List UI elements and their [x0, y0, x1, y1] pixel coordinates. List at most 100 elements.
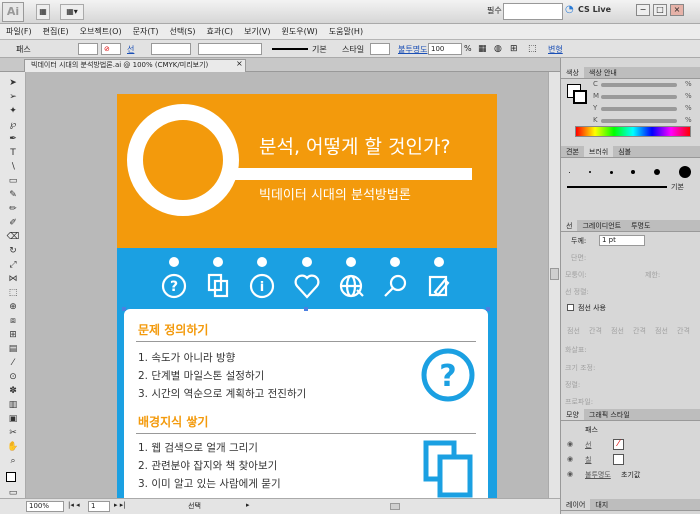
stroke-swatch[interactable] [573, 90, 587, 104]
selection-handle[interactable] [304, 307, 308, 311]
width-tool-icon[interactable]: ⋈ [5, 272, 21, 286]
dashed-checkbox[interactable] [567, 304, 574, 311]
transform-link[interactable]: 변형 [548, 44, 563, 55]
close-tab-icon[interactable]: × [236, 59, 243, 68]
blend-tool-icon[interactable]: ⊙ [5, 370, 21, 384]
opacity-input[interactable]: 100 [428, 43, 462, 55]
menu-type[interactable]: 문자(T) [133, 26, 159, 37]
symbol-sprayer-tool-icon[interactable]: ✽ [5, 384, 21, 398]
fill-swatch[interactable] [78, 43, 98, 55]
document-tab[interactable]: 빅데이터 시대의 분석방법론.ai @ 100% (CMYK/미리보기) [24, 59, 246, 72]
menu-window[interactable]: 윈도우(W) [282, 26, 318, 37]
weight-input[interactable]: 1 pt [599, 235, 645, 246]
channel-slider[interactable] [601, 119, 677, 123]
color-spectrum[interactable] [575, 126, 691, 137]
tab-appearance[interactable]: 모양 [561, 409, 584, 420]
pencil-tool-icon[interactable]: ✏ [5, 202, 21, 216]
type-tool-icon[interactable]: T [5, 146, 21, 160]
channel-slider[interactable] [601, 107, 677, 111]
hand-tool-icon[interactable]: ✋ [5, 440, 21, 454]
bridge-button[interactable]: ▦ [36, 4, 50, 20]
graphic-style-picker[interactable] [370, 43, 390, 55]
variable-width-profile[interactable] [198, 43, 262, 55]
maximize-button[interactable]: □ [653, 4, 667, 16]
visibility-eye-icon[interactable]: ◉ [567, 455, 573, 463]
opacity-link[interactable]: 불투명도 [398, 44, 427, 55]
vertical-scrollbar[interactable] [548, 72, 560, 498]
align-icon[interactable]: ⊞ [510, 44, 518, 54]
stroke-row-label[interactable]: 선 [585, 440, 591, 450]
workspace-switcher[interactable]: 필수 [487, 5, 502, 16]
visibility-eye-icon[interactable]: ◉ [567, 470, 573, 478]
tab-transparency[interactable]: 투명도 [626, 220, 655, 231]
minimize-button[interactable]: − [636, 4, 650, 16]
close-button[interactable]: × [670, 4, 684, 16]
stroke-none-icon[interactable]: ⁄ [613, 439, 624, 450]
tab-symbols[interactable]: 심볼 [613, 146, 636, 157]
eraser-tool-icon[interactable]: ⌫ [5, 230, 21, 244]
menu-select[interactable]: 선택(S) [169, 26, 195, 37]
tab-swatches[interactable]: 견본 [561, 146, 584, 157]
opacity-row-label[interactable]: 불투명도 [585, 470, 611, 480]
fill-row-label[interactable]: 칠 [585, 455, 591, 465]
document-setup-icon[interactable]: ▦ [478, 44, 487, 54]
lasso-tool-icon[interactable]: ℘ [5, 118, 21, 132]
menu-object[interactable]: 오브젝트(O) [80, 26, 122, 37]
fill-white-swatch[interactable] [613, 454, 624, 465]
page-input[interactable]: 1 [88, 501, 110, 512]
tab-layers[interactable]: 레이어 [561, 499, 591, 510]
rectangle-tool-icon[interactable]: ▭ [5, 174, 21, 188]
slice-tool-icon[interactable]: ✂ [5, 426, 21, 440]
tab-color[interactable]: 색상 [561, 67, 584, 78]
next-page-icon[interactable]: ▸ ▸| [114, 501, 126, 509]
menu-view[interactable]: 보기(V) [244, 26, 270, 37]
arrange-documents-button[interactable]: ▦▾ [60, 4, 84, 20]
first-page-icon[interactable]: |◂ ◂ [68, 501, 80, 509]
artboard-tool-icon[interactable]: ▣ [5, 412, 21, 426]
status-arrow-icon[interactable]: ▸ [246, 501, 250, 509]
recolor-icon[interactable]: ◍ [494, 44, 502, 54]
visibility-eye-icon[interactable]: ◉ [567, 440, 573, 448]
tab-color-guide[interactable]: 색상 안내 [584, 67, 622, 78]
channel-slider[interactable] [601, 83, 677, 87]
line-tool-icon[interactable]: ∖ [5, 160, 21, 174]
selection-tool-icon[interactable]: ➤ [5, 76, 21, 90]
zoom-tool-icon[interactable]: ⌕ [5, 454, 21, 468]
cslive-button[interactable]: CS Live [578, 5, 611, 14]
brush-basic-stroke[interactable] [567, 186, 667, 188]
scroll-thumb[interactable] [550, 268, 559, 280]
fill-stroke-swatches[interactable] [5, 470, 21, 484]
menu-effect[interactable]: 효과(C) [207, 26, 234, 37]
tab-brushes[interactable]: 브러쉬 [583, 146, 614, 157]
menu-edit[interactable]: 편집(E) [43, 26, 69, 37]
mesh-tool-icon[interactable]: ⊞ [5, 328, 21, 342]
brush-dots[interactable] [569, 166, 691, 178]
scale-tool-icon[interactable]: ⤢ [5, 258, 21, 272]
selection-handle[interactable] [122, 307, 126, 311]
blob-brush-tool-icon[interactable]: ✐ [5, 216, 21, 230]
shape-builder-tool-icon[interactable]: ⊕ [5, 300, 21, 314]
channel-slider[interactable] [601, 95, 677, 99]
rotate-tool-icon[interactable]: ↻ [5, 244, 21, 258]
tab-graphic-styles[interactable]: 그래픽 스타일 [584, 409, 635, 420]
magic-wand-tool-icon[interactable]: ✦ [5, 104, 21, 118]
stroke-link[interactable]: 선 [127, 44, 134, 55]
h-scroll-thumb[interactable] [390, 503, 400, 510]
pen-tool-icon[interactable]: ✒ [5, 132, 21, 146]
column-graph-tool-icon[interactable]: ▥ [5, 398, 21, 412]
pathfinder-icon[interactable]: ⬚ [528, 44, 537, 54]
tab-artboards[interactable]: 대지 [590, 499, 613, 510]
search-input[interactable] [503, 3, 563, 20]
stroke-swatch[interactable]: ⊘ [101, 43, 121, 55]
tab-stroke[interactable]: 선 [561, 220, 578, 231]
menu-help[interactable]: 도움말(H) [329, 26, 363, 37]
tab-gradient[interactable]: 그레이디언트 [577, 220, 626, 231]
zoom-select[interactable]: 100% [26, 501, 64, 512]
menu-file[interactable]: 파일(F) [6, 26, 32, 37]
paintbrush-tool-icon[interactable]: ✎ [5, 188, 21, 202]
direct-selection-tool-icon[interactable]: ➢ [5, 90, 21, 104]
gradient-tool-icon[interactable]: ▤ [5, 342, 21, 356]
stroke-weight-field[interactable] [151, 43, 191, 55]
eyedropper-tool-icon[interactable]: ⁄ [5, 356, 21, 370]
perspective-grid-tool-icon[interactable]: ⧈ [5, 314, 21, 328]
